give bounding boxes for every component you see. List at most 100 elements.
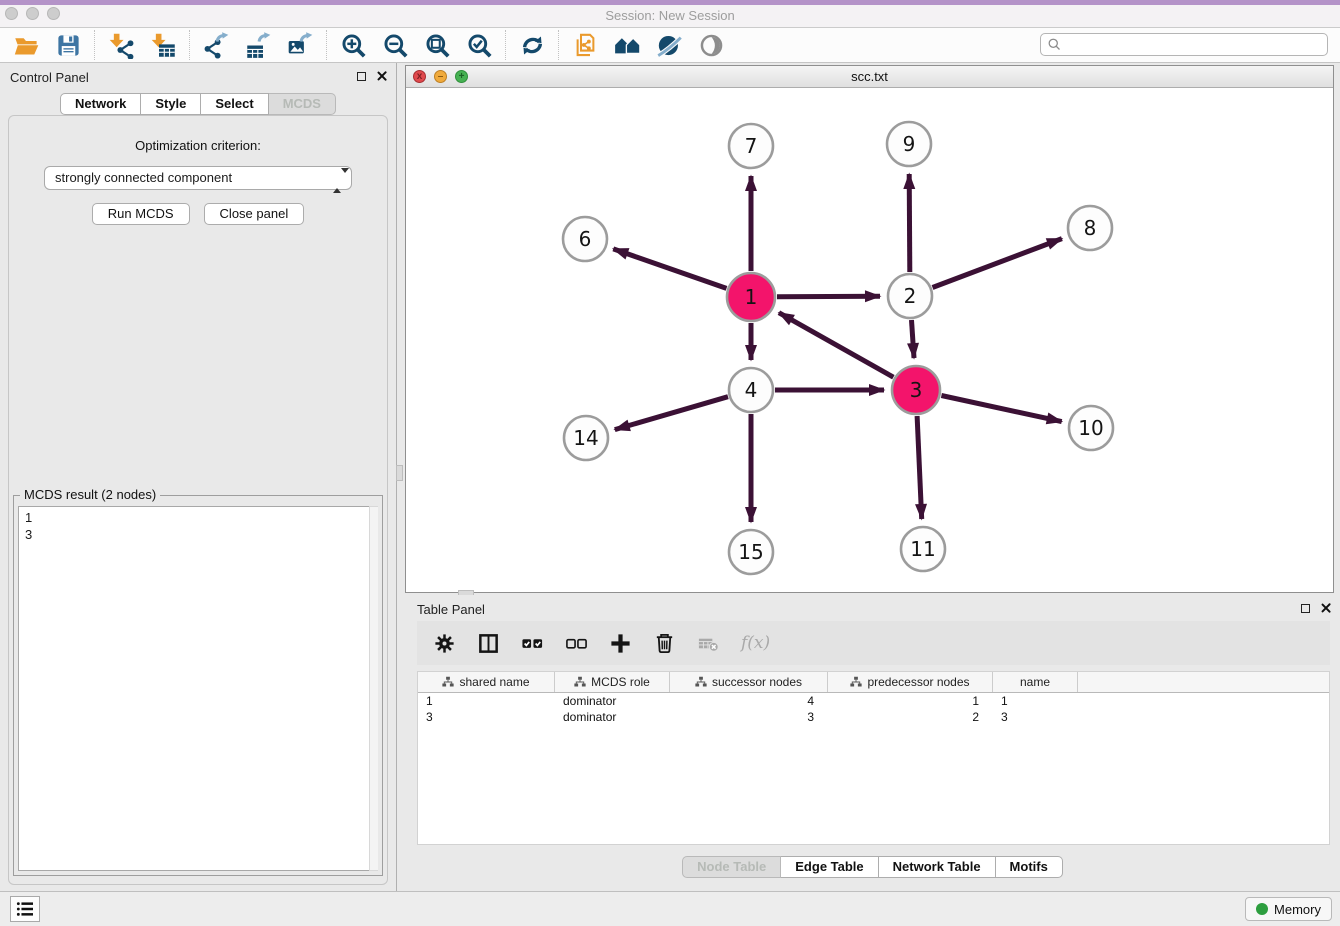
node-1[interactable]: 1: [727, 273, 775, 321]
column-header-MCDS-role[interactable]: MCDS role: [555, 672, 670, 692]
node-14[interactable]: 14: [564, 416, 608, 460]
table-panel: Table Panel f(x) shared nameMCDS rolesuc…: [405, 595, 1340, 891]
tab-mcds[interactable]: MCDS: [269, 93, 336, 115]
optimization-criterion-dropdown[interactable]: strongly connected component: [44, 166, 352, 190]
node-15[interactable]: 15: [729, 530, 773, 574]
eye-toggle-icon: [698, 32, 725, 59]
import-network-button[interactable]: [103, 30, 139, 60]
edge-4-14[interactable]: [615, 397, 728, 430]
network-canvas[interactable]: 7 9 6 8 1 2 4 3 14 10 15 11: [406, 88, 1333, 592]
export-table-button[interactable]: [240, 30, 276, 60]
open-session-button[interactable]: [8, 30, 44, 60]
network-window-titlebar[interactable]: x – + scc.txt: [406, 66, 1333, 88]
column-type-icon: [850, 676, 862, 688]
deselect-columns-icon: [565, 632, 588, 655]
ndex-home-icon: [614, 32, 641, 59]
edge-2-3[interactable]: [912, 320, 915, 358]
tab-motifs[interactable]: Motifs: [996, 856, 1063, 878]
node-4[interactable]: 4: [729, 368, 773, 412]
column-header-shared-name[interactable]: shared name: [418, 672, 555, 692]
search-box[interactable]: [1040, 33, 1328, 56]
node-6[interactable]: 6: [563, 217, 607, 261]
delete-table-icon: [697, 632, 720, 655]
tab-network-table[interactable]: Network Table: [879, 856, 996, 878]
node-7[interactable]: 7: [729, 124, 773, 168]
tab-node-table[interactable]: Node Table: [682, 856, 781, 878]
import-table-button[interactable]: [145, 30, 181, 60]
tab-style[interactable]: Style: [141, 93, 201, 115]
network-window-title: scc.txt: [406, 69, 1333, 84]
node-8[interactable]: 8: [1068, 206, 1112, 250]
toolbar-separator: [558, 30, 559, 60]
float-table-panel-icon[interactable]: [1301, 604, 1310, 613]
gear-button[interactable]: [433, 632, 456, 655]
result-scrollbar[interactable]: [369, 506, 378, 871]
select-columns-button[interactable]: [521, 632, 544, 655]
toolbar-separator: [94, 30, 95, 60]
import-table-icon: [150, 32, 177, 59]
svg-text:3: 3: [910, 378, 923, 402]
dropdown-stepper-icon: [333, 170, 343, 192]
open-session-icon: [13, 32, 40, 59]
node-3[interactable]: 3: [892, 366, 940, 414]
zoom-fit-button[interactable]: [419, 30, 455, 60]
node-10[interactable]: 10: [1069, 406, 1113, 450]
export-network-button[interactable]: [198, 30, 234, 60]
zoom-in-button[interactable]: [335, 30, 371, 60]
edge-2-8[interactable]: [933, 239, 1062, 288]
gear-icon: [433, 632, 456, 655]
column-header-predecessor-nodes[interactable]: predecessor nodes: [828, 672, 993, 692]
refresh-button[interactable]: [514, 30, 550, 60]
edge-2-9[interactable]: [909, 174, 910, 272]
svg-text:7: 7: [745, 134, 758, 158]
save-session-button[interactable]: [50, 30, 86, 60]
graphics-details-button[interactable]: [651, 30, 687, 60]
memory-button[interactable]: Memory: [1245, 897, 1332, 921]
tab-select[interactable]: Select: [201, 93, 268, 115]
ndex-home-button[interactable]: [609, 30, 645, 60]
vertical-splitter-grip[interactable]: [396, 465, 403, 481]
close-panel-button[interactable]: Close panel: [204, 203, 305, 225]
column-header-name[interactable]: name: [993, 672, 1078, 692]
tab-edge-table[interactable]: Edge Table: [781, 856, 878, 878]
node-11[interactable]: 11: [901, 527, 945, 571]
edge-3-1[interactable]: [779, 313, 894, 378]
toolbar-separator: [326, 30, 327, 60]
edge-1-6[interactable]: [613, 249, 726, 289]
split-view-button[interactable]: [477, 632, 500, 655]
window-accent-strip: [0, 0, 1340, 5]
export-image-button[interactable]: [282, 30, 318, 60]
tab-network[interactable]: Network: [60, 93, 141, 115]
node-9[interactable]: 9: [887, 122, 931, 166]
delete-column-button[interactable]: [653, 632, 676, 655]
search-input[interactable]: [1062, 38, 1321, 52]
function-builder-button: f(x): [741, 633, 770, 653]
column-header-successor-nodes[interactable]: successor nodes: [670, 672, 828, 692]
edge-3-11[interactable]: [917, 416, 922, 519]
task-history-button[interactable]: [10, 896, 40, 922]
dropdown-value: strongly connected component: [55, 170, 232, 185]
close-panel-icon[interactable]: [376, 70, 388, 82]
eye-toggle-button[interactable]: [693, 30, 729, 60]
deselect-columns-button[interactable]: [565, 632, 588, 655]
table-row[interactable]: 1dominator411: [418, 693, 1329, 709]
network-graph[interactable]: 7 9 6 8 1 2 4 3 14 10 15 11: [406, 88, 1333, 592]
memory-label: Memory: [1274, 902, 1321, 917]
main-toolbar: [0, 28, 1340, 63]
table-cell: 3: [993, 709, 1078, 725]
zoom-out-button[interactable]: [377, 30, 413, 60]
edge-3-10[interactable]: [941, 396, 1061, 422]
mcds-result-textarea[interactable]: 1 3: [18, 506, 378, 871]
table-row[interactable]: 3dominator323: [418, 709, 1329, 725]
edge-1-2[interactable]: [777, 296, 880, 297]
close-table-panel-icon[interactable]: [1320, 602, 1332, 614]
memory-status-icon: [1256, 903, 1268, 915]
zoom-selected-button[interactable]: [461, 30, 497, 60]
table-panel-title: Table Panel: [417, 602, 485, 617]
float-panel-icon[interactable]: [357, 72, 366, 81]
clone-network-button[interactable]: [567, 30, 603, 60]
node-2[interactable]: 2: [888, 274, 932, 318]
run-mcds-button[interactable]: Run MCDS: [92, 203, 190, 225]
add-column-button[interactable]: [609, 632, 632, 655]
delete-column-icon: [653, 632, 676, 655]
